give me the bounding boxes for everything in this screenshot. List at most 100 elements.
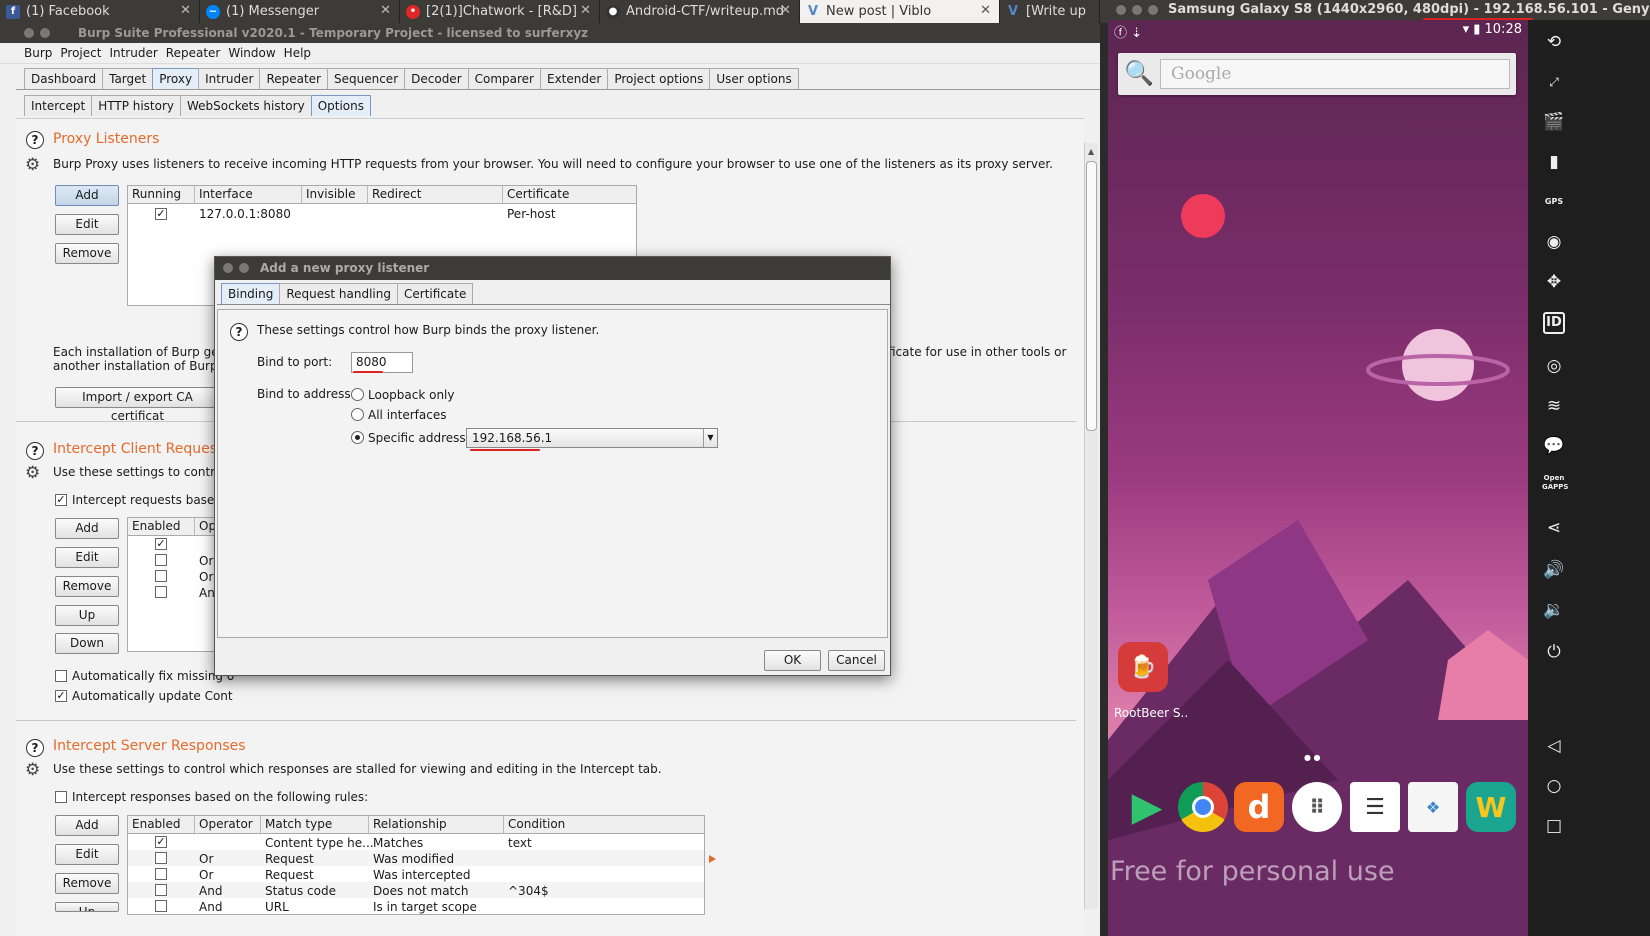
- help-icon[interactable]: ?: [26, 131, 44, 149]
- close-window-icon[interactable]: [1116, 5, 1126, 15]
- scroll-up-icon[interactable]: ▲: [1088, 147, 1094, 156]
- loopback-radio[interactable]: [351, 388, 364, 401]
- power-icon[interactable]: ⏻: [1542, 640, 1566, 664]
- column-header-redirect[interactable]: Redirect: [368, 186, 503, 204]
- vertical-scrollbar[interactable]: ▲: [1084, 143, 1098, 909]
- column-header-running[interactable]: Running: [128, 186, 195, 204]
- close-icon[interactable]: ✕: [380, 3, 391, 18]
- bind-port-input[interactable]: 8080: [351, 352, 413, 373]
- close-icon[interactable]: ✕: [180, 3, 191, 18]
- camera-icon[interactable]: 🎬: [1542, 110, 1566, 134]
- maximize-window-icon[interactable]: [1148, 5, 1158, 15]
- tab-sequencer[interactable]: Sequencer: [327, 68, 406, 89]
- share-icon[interactable]: ⋖: [1542, 516, 1566, 540]
- tab-project-options[interactable]: Project options: [607, 68, 711, 89]
- edit-rule-button[interactable]: Edit: [55, 547, 119, 568]
- search-input[interactable]: Google: [1160, 59, 1510, 89]
- gear-icon[interactable]: ⚙: [25, 761, 40, 779]
- edit-response-rule-button[interactable]: Edit: [55, 844, 119, 865]
- column-header-relationship[interactable]: Relationship: [369, 816, 504, 834]
- google-search-bar[interactable]: 🔍 Google: [1118, 53, 1516, 95]
- specific-address-radio[interactable]: [351, 431, 364, 444]
- close-window-icon[interactable]: [24, 28, 34, 38]
- rule-enabled-checkbox[interactable]: [155, 900, 167, 912]
- tab-options[interactable]: Options: [310, 95, 371, 116]
- tab-repeater[interactable]: Repeater: [259, 68, 328, 89]
- battery-icon[interactable]: ▮: [1542, 150, 1566, 174]
- help-icon[interactable]: ?: [26, 442, 44, 460]
- tab-intercept[interactable]: Intercept: [24, 95, 93, 116]
- menu-project[interactable]: Project: [60, 43, 101, 63]
- update-content-checkbox[interactable]: ✓: [55, 690, 67, 702]
- tab-comparer[interactable]: Comparer: [467, 68, 541, 89]
- android-screen[interactable]: ⓕ ⇣ ▾ ▮ 10:28 🔍 Google 🍺 RootBeer S.. ● …: [1108, 20, 1528, 936]
- minimize-window-icon[interactable]: [1132, 5, 1142, 15]
- add-response-rule-button[interactable]: Add: [55, 815, 119, 836]
- rotate-icon[interactable]: ⟲: [1542, 30, 1566, 54]
- tab-proxy[interactable]: Proxy: [152, 68, 200, 89]
- rule-enabled-checkbox[interactable]: ✓: [155, 538, 167, 550]
- browser-tab-facebook[interactable]: f (1) Facebook ✕: [0, 0, 200, 23]
- tab-target[interactable]: Target: [102, 68, 154, 89]
- notes-icon[interactable]: ☰: [1350, 782, 1400, 832]
- column-header-certificate[interactable]: Certificate: [503, 186, 636, 204]
- help-icon[interactable]: ?: [26, 739, 44, 757]
- tab-user-options[interactable]: User options: [709, 68, 799, 89]
- intercept-requests-checkbox[interactable]: ✓: [55, 494, 67, 506]
- chrome-icon[interactable]: [1178, 782, 1228, 832]
- rule-enabled-checkbox[interactable]: [155, 570, 167, 582]
- menu-intruder[interactable]: Intruder: [109, 43, 157, 63]
- up-response-rule-button[interactable]: Up: [55, 902, 119, 912]
- import-export-ca-button[interactable]: Import / export CA certificat: [55, 387, 220, 423]
- cancel-button[interactable]: Cancel: [828, 650, 885, 671]
- feed-icon[interactable]: ≋: [1542, 394, 1566, 418]
- remove-rule-button[interactable]: Remove: [55, 576, 119, 597]
- menu-burp[interactable]: Burp: [24, 43, 52, 63]
- tab-http-history[interactable]: HTTP history: [91, 95, 182, 116]
- rule-enabled-checkbox[interactable]: [155, 884, 167, 896]
- all-interfaces-radio[interactable]: [351, 408, 364, 421]
- tab-dashboard[interactable]: Dashboard: [24, 68, 104, 89]
- scrollbar-thumb[interactable]: [1086, 161, 1097, 431]
- column-header-operator[interactable]: Operator: [195, 816, 261, 834]
- tab-request-handling[interactable]: Request handling: [279, 283, 398, 304]
- rule-enabled-checkbox[interactable]: ✓: [155, 836, 167, 848]
- minimize-window-icon[interactable]: [239, 263, 249, 273]
- browser-tab-writeup[interactable]: V [Write up: [1000, 0, 1100, 23]
- menu-window[interactable]: Window: [228, 43, 275, 63]
- volume-down-icon[interactable]: 🔉: [1542, 598, 1566, 622]
- close-icon[interactable]: ✕: [780, 3, 791, 18]
- d-app-icon[interactable]: d: [1234, 782, 1284, 832]
- tab-certificate[interactable]: Certificate: [397, 283, 474, 304]
- add-listener-button[interactable]: Add: [55, 185, 119, 206]
- home-icon[interactable]: ○: [1542, 774, 1566, 798]
- disk-icon[interactable]: ◎: [1542, 354, 1566, 378]
- browser-tab-messenger[interactable]: ~ (1) Messenger ✕: [200, 0, 400, 23]
- rootbeer-app-icon[interactable]: 🍺: [1118, 642, 1168, 692]
- dpad-icon[interactable]: ✥: [1542, 270, 1566, 294]
- play-store-icon[interactable]: ▶: [1122, 782, 1172, 832]
- gps-icon[interactable]: GPS: [1542, 190, 1566, 214]
- back-icon[interactable]: ◁: [1542, 734, 1566, 758]
- column-header-condition[interactable]: Condition: [504, 816, 704, 834]
- pixel-ratio-icon[interactable]: ⤢: [1542, 70, 1566, 94]
- gear-icon[interactable]: ⚙: [25, 464, 40, 482]
- browser-tab-github[interactable]: ● Android-CTF/writeup.md ✕: [600, 0, 800, 23]
- menu-repeater[interactable]: Repeater: [166, 43, 221, 63]
- column-header-enabled[interactable]: Enabled: [128, 816, 195, 834]
- expand-arrow-icon[interactable]: [709, 855, 716, 863]
- tab-binding[interactable]: Binding: [221, 283, 281, 304]
- fix-missing-checkbox[interactable]: [55, 670, 67, 682]
- close-icon[interactable]: ✕: [580, 3, 591, 18]
- down-rule-button[interactable]: Down: [55, 633, 119, 654]
- intercept-responses-checkbox[interactable]: [55, 791, 67, 803]
- remove-response-rule-button[interactable]: Remove: [55, 873, 119, 894]
- rule-enabled-checkbox[interactable]: [155, 868, 167, 880]
- tab-websockets-history[interactable]: WebSockets history: [180, 95, 312, 116]
- app-drawer-icon[interactable]: ⠿: [1292, 782, 1342, 832]
- tab-intruder[interactable]: Intruder: [198, 68, 261, 89]
- close-window-icon[interactable]: [223, 263, 233, 273]
- help-icon[interactable]: ?: [230, 323, 248, 341]
- rule-enabled-checkbox[interactable]: [155, 554, 167, 566]
- ok-button[interactable]: OK: [764, 650, 821, 671]
